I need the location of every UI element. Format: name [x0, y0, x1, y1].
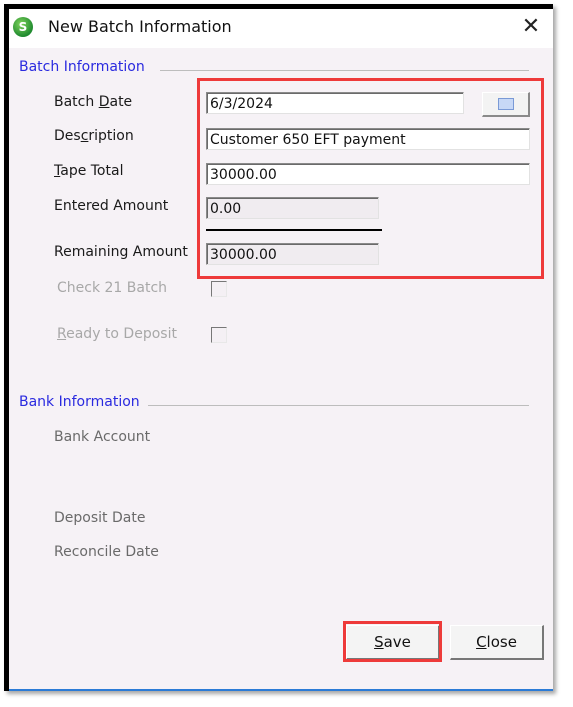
button-label: ave	[383, 633, 411, 651]
label-part: ription	[88, 128, 134, 144]
description-label: Description	[54, 128, 134, 144]
ready-to-deposit-checkbox[interactable]	[211, 327, 227, 343]
batch-date-input[interactable]: 6/3/2024	[206, 92, 464, 114]
label-part: Batch	[54, 94, 99, 110]
bank-account-label: Bank Account	[54, 429, 151, 445]
entered-amount-label: Entered Amount	[54, 198, 169, 214]
label-part: ape Total	[60, 163, 124, 179]
close-button[interactable]: Close	[450, 625, 544, 660]
tape-total-input[interactable]: 30000.00	[206, 163, 530, 185]
remaining-amount-label: Remaining Amount	[54, 244, 188, 260]
remaining-amount-field: 30000.00	[206, 243, 379, 265]
calendar-button[interactable]	[482, 92, 530, 117]
button-label: lose	[486, 633, 517, 651]
title-bar: S New Batch Information ✕	[9, 9, 553, 48]
app-logo-icon: S	[13, 17, 33, 37]
section-divider	[160, 70, 529, 71]
tape-total-label: Tape Total	[54, 163, 123, 179]
calendar-icon	[498, 98, 514, 110]
label-part: Des	[54, 128, 81, 144]
batch-information-header: Batch Information	[19, 59, 145, 75]
reconcile-date-label: Reconcile Date	[54, 544, 159, 560]
bank-information-header: Bank Information	[19, 394, 140, 410]
check21-batch-label: Check 21 Batch	[57, 280, 168, 296]
window-title: New Batch Information	[48, 17, 232, 36]
label-part: eady to Deposit	[66, 326, 177, 342]
save-button[interactable]: Save	[346, 625, 440, 660]
description-input[interactable]: Customer 650 EFT payment	[206, 128, 530, 150]
close-window-icon[interactable]: ✕	[519, 13, 543, 41]
mnemonic: R	[57, 326, 67, 342]
check21-batch-checkbox[interactable]	[211, 281, 227, 297]
deposit-date-label: Deposit Date	[54, 510, 146, 526]
mnemonic: D	[98, 94, 110, 110]
ready-to-deposit-label: Ready to Deposit	[57, 326, 177, 342]
entered-amount-field: 0.00	[206, 197, 379, 219]
total-rule	[206, 229, 382, 231]
mnemonic: S	[374, 633, 384, 651]
label-part: ate	[109, 94, 133, 110]
new-batch-dialog: S New Batch Information ✕ Batch Informat…	[9, 9, 553, 691]
batch-date-label: Batch Date	[54, 94, 132, 110]
section-divider	[148, 405, 529, 406]
mnemonic: C	[476, 633, 487, 651]
